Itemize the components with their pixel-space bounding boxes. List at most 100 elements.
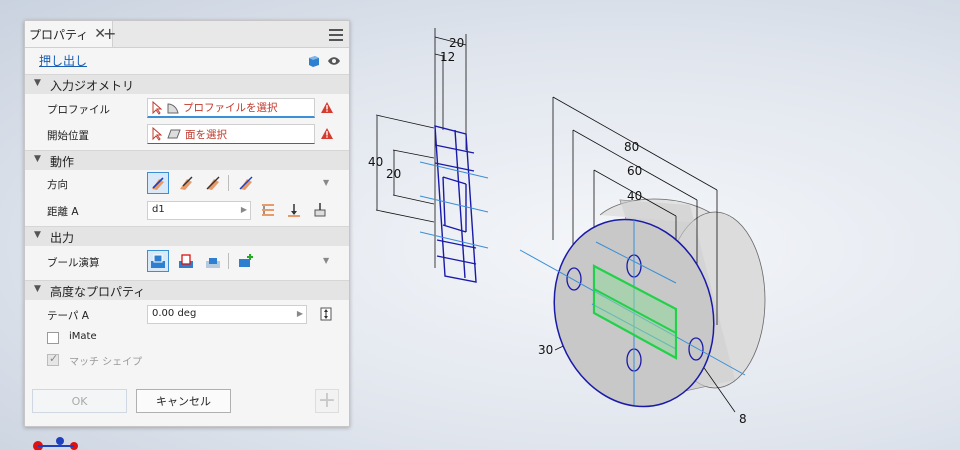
join-icon [151,254,165,268]
taper-row: テーパ A 0.00 deg ▶ [25,302,349,328]
divider [228,175,229,191]
intersect-button[interactable] [202,250,224,272]
taper-flip-button[interactable] [315,303,337,325]
imate-checkbox[interactable] [47,332,59,344]
dim-20-top[interactable]: 20 [449,36,464,50]
dim-20-left[interactable]: 20 [386,167,401,181]
behavior-body: 方向 ▼ 距離 A d1 ▶ [25,170,349,226]
new-solid-button[interactable] [235,250,257,272]
to-face-icon [314,203,326,217]
new-solid-icon [239,254,253,267]
cube-icon[interactable] [307,54,321,68]
properties-panel: プロパティ ✕ + 押し出し ▼ 入力ジオメトリ プロファイル プロファイルを選… [24,20,350,427]
output-body: ブール演算 ▼ [25,246,349,280]
divider [228,253,229,269]
taper-value: 0.00 deg [152,308,197,319]
face-shape-icon [167,129,181,139]
match-shape-label: マッチ シェイプ [69,357,143,368]
hamburger-menu-icon[interactable] [329,26,343,44]
distance-value: d1 [152,204,165,215]
dim-8[interactable]: 8 [739,412,747,426]
chevron-right-icon[interactable]: ▶ [241,205,247,214]
cancel-button[interactable]: キャンセル [136,389,231,413]
direction-label: 方向 [47,179,68,191]
chevron-right-icon[interactable]: ▶ [297,309,303,318]
dim-40[interactable]: 40 [627,189,642,203]
distance-to-button[interactable] [257,199,279,221]
chevron-down-icon[interactable]: ▼ [323,256,329,265]
distance-label: 距離 A [47,206,79,218]
profile-label: プロファイル [47,104,110,116]
match-shape-checkbox[interactable] [47,352,59,366]
dim-12[interactable]: 12 [440,50,455,64]
profile-shape-icon [167,102,179,113]
advanced-body: テーパ A 0.00 deg ▶ iMate マッチ シェイプ [25,300,349,380]
start-row: 開始位置 面を選択 [25,122,349,148]
direction-asymmetric-button[interactable] [235,172,257,194]
profile-selector[interactable]: プロファイルを選択 [147,98,315,118]
direction-symmetric-button[interactable] [202,172,224,194]
section-input-geometry[interactable]: ▼ 入力ジオメトリ [25,74,349,94]
profile-selector-text: プロファイルを選択 [183,102,278,114]
section-title: 入力ジオメトリ [50,79,135,93]
to-face-button[interactable] [309,199,331,221]
direction-symmetric-icon [206,176,220,190]
input-geometry-body: プロファイル プロファイルを選択 開始位置 面を選択 [25,94,349,150]
tab-properties[interactable]: プロパティ ✕ [25,21,114,47]
boolean-row: ブール演算 ▼ [25,249,349,275]
collapse-triangle-icon: ▼ [34,78,41,88]
collapse-triangle-icon: ▼ [34,284,41,294]
side-sketch-axes [419,161,489,249]
section-behavior[interactable]: ▼ 動作 [25,150,349,170]
direction-default-icon [152,177,164,190]
cut-icon [179,254,193,268]
feature-header: 押し出し [25,48,349,74]
ok-button[interactable]: OK [32,389,127,413]
cursor-select-icon [152,127,163,141]
dim-80[interactable]: 80 [624,140,639,154]
feature-name-link[interactable]: 押し出し [39,52,87,69]
taper-flip-icon [320,307,332,321]
taper-input[interactable]: 0.00 deg ▶ [147,305,307,324]
tab-title: プロパティ [29,27,89,42]
add-tab-icon[interactable]: + [103,24,116,43]
view-axis-triad-icon[interactable] [33,437,78,450]
warning-icon [321,128,333,139]
direction-flipped-button[interactable] [175,172,197,194]
profile-row: プロファイル プロファイルを選択 [25,96,349,122]
section-output[interactable]: ▼ 出力 [25,226,349,246]
collapse-triangle-icon: ▼ [34,230,41,240]
through-all-icon [288,204,300,217]
cursor-select-icon [152,100,163,115]
direction-default-button[interactable] [147,172,169,194]
taper-label: テーパ A [47,310,89,322]
start-label: 開始位置 [47,130,89,142]
direction-asymmetric-icon [239,176,253,190]
boolean-label: ブール演算 [47,257,100,269]
dim-60[interactable]: 60 [627,164,642,178]
dim-30[interactable]: 30 [538,343,553,357]
through-all-button[interactable] [283,199,305,221]
eye-icon[interactable] [327,56,341,66]
join-button[interactable] [147,250,169,272]
section-title: 動作 [50,155,75,169]
imate-label: iMate [69,331,97,342]
dim-40-left[interactable]: 40 [368,155,383,169]
chevron-down-icon[interactable]: ▼ [323,178,329,187]
distance-input[interactable]: d1 ▶ [147,201,251,220]
section-title: 出力 [50,231,75,245]
intersect-icon [206,258,220,268]
distance-to-icon [262,204,274,216]
start-selector-text: 面を選択 [185,128,227,141]
distance-row: 距離 A d1 ▶ [25,198,349,224]
start-face-selector[interactable]: 面を選択 [147,124,315,144]
direction-row: 方向 ▼ [25,171,349,197]
cut-button[interactable] [175,250,197,272]
add-apply-button[interactable]: + [315,389,339,413]
direction-flipped-icon [180,176,193,190]
warning-icon [321,102,333,113]
panel-tabbar: プロパティ ✕ + [25,21,349,48]
collapse-triangle-icon: ▼ [34,154,41,164]
section-title: 高度なプロパティ [50,285,146,299]
section-advanced[interactable]: ▼ 高度なプロパティ [25,280,349,300]
